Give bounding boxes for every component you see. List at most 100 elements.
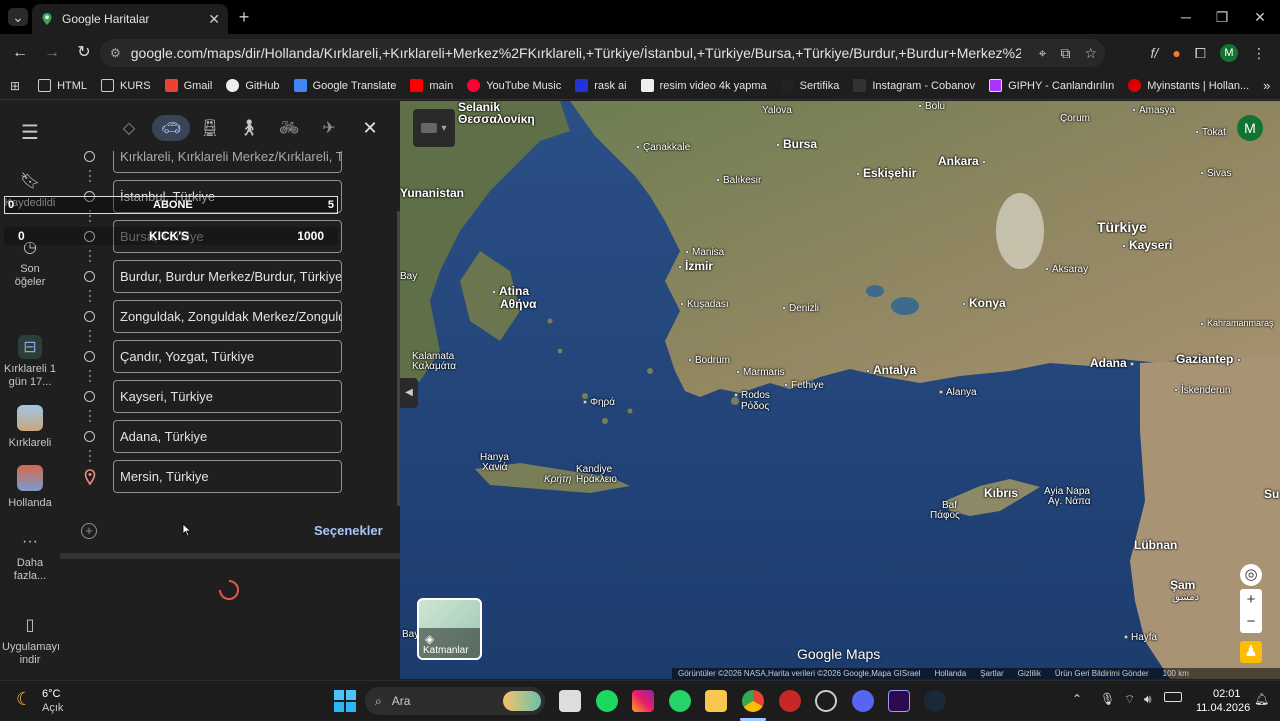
app-icon[interactable] (779, 690, 801, 712)
menu-dots-icon[interactable]: ⋮ (1252, 45, 1266, 62)
map-label: Rodos (734, 390, 770, 401)
discord-icon[interactable] (852, 690, 874, 712)
more-button[interactable]: ··· Daha fazla... (8, 529, 52, 583)
footer-link[interactable]: Ürün Geri Bildirimi Gönder (1055, 669, 1149, 678)
footer-link[interactable]: Şartlar (980, 669, 1004, 678)
options-button[interactable]: Seçenekler (314, 523, 383, 538)
battery-icon[interactable] (1164, 692, 1182, 702)
destination-pin-icon (84, 469, 96, 485)
bookmark-item[interactable]: GIPHY - Canlandırılın (989, 79, 1114, 92)
file-explorer-icon[interactable] (705, 690, 727, 712)
stop-input[interactable]: Zonguldak, Zonguldak Merkez/Zonguldak (113, 300, 342, 333)
apps-grid-icon[interactable]: ⊞ (10, 79, 20, 93)
spotify-icon[interactable] (596, 690, 618, 712)
wifi-icon[interactable]: ⌔ (1124, 692, 1135, 707)
map-type-toggle[interactable]: ▾ (413, 109, 455, 147)
bookmark-item[interactable]: Instagram - Cobanov (853, 79, 975, 92)
recent-place-hollanda[interactable]: Hollanda (0, 465, 60, 510)
chrome-icon[interactable] (742, 690, 764, 712)
cast-icon[interactable]: ⧉ (1060, 45, 1070, 62)
folder-icon (101, 79, 115, 92)
bookmark-item[interactable]: KURS (101, 79, 151, 92)
back-icon[interactable]: ← (6, 39, 34, 67)
destination-input[interactable]: Mersin, Türkiye (113, 460, 342, 493)
bookmark-item[interactable]: Myinstants | Hollan... (1128, 79, 1249, 92)
app-icon[interactable] (815, 690, 837, 712)
bookmark-item[interactable]: HTML (38, 79, 87, 92)
transit-mode-icon[interactable]: 🚆︎ (193, 115, 227, 141)
tab-title: Google Haritalar (62, 12, 150, 26)
steam-icon[interactable] (924, 690, 946, 712)
bookmark-item[interactable]: Google Translate (293, 79, 396, 92)
minimize-icon[interactable]: ─ (1176, 8, 1196, 26)
profile-avatar[interactable]: M (1220, 44, 1238, 62)
task-view-icon[interactable] (559, 690, 581, 712)
street-view-pegman-icon[interactable]: ♟ (1240, 641, 1262, 663)
layers-button[interactable]: ◈ Katmanlar (417, 598, 482, 660)
tab-close-icon[interactable]: ✕ (208, 11, 220, 28)
tab-search-chevron-icon[interactable]: ⌄ (8, 8, 28, 26)
whatsapp-icon[interactable] (669, 690, 691, 712)
stop-input[interactable]: Çandır, Yozgat, Türkiye (113, 340, 342, 373)
map-label: Θεσσαλονίκη (458, 112, 535, 126)
premiere-pro-icon[interactable] (888, 690, 910, 712)
bookmark-item[interactable]: main (410, 79, 453, 92)
bookmark-item[interactable]: YouTube Music (467, 79, 561, 92)
my-location-icon[interactable]: ◎ (1240, 564, 1262, 586)
clock-time[interactable]: 02:01 (1213, 688, 1241, 700)
stop-input[interactable]: Burdur, Burdur Merkez/Burdur, Türkiye (113, 260, 342, 293)
zoom-in-icon[interactable]: + (1240, 589, 1262, 611)
map-canvas[interactable]: Selanik Θεσσαλονίκη Yunanistan Atina Αθή… (400, 101, 1280, 679)
footer-link[interactable]: Hollanda (935, 669, 967, 678)
close-window-icon[interactable]: ✕ (1250, 8, 1270, 26)
bookmark-item[interactable]: Sertifika (780, 79, 839, 92)
microphone-icon[interactable]: 🎙︎ (1100, 692, 1115, 706)
more-bookmarks-chevron-icon[interactable]: » (1263, 78, 1270, 93)
add-stop-icon[interactable]: + (81, 523, 97, 539)
best-mode-icon[interactable]: ◇ (112, 115, 146, 141)
tray-chevron-icon[interactable]: ⌃ (1072, 692, 1082, 706)
stop-input[interactable]: Kayseri, Türkiye (113, 380, 342, 413)
extension-fx-icon[interactable]: f/ (1151, 45, 1159, 61)
bookmark-item[interactable]: resim video 4k yapma (640, 79, 767, 92)
stop-input[interactable]: Kırklareli, Kırklareli Merkez/Kırklareli… (113, 151, 342, 173)
recent-place-kirklareli[interactable]: Kırklareli (0, 405, 60, 450)
trip-item[interactable]: ⊟ Kırklareli 1 gün 17... (4, 335, 56, 389)
reload-icon[interactable]: ↻ (70, 39, 98, 67)
windows-start-icon[interactable] (334, 690, 356, 712)
account-avatar[interactable]: M (1237, 115, 1263, 141)
collapse-panel-icon[interactable]: ◀ (400, 378, 418, 408)
walking-mode-icon[interactable]: 🚶︎ (232, 115, 266, 141)
close-directions-icon[interactable]: ✕ (353, 115, 387, 141)
bus-icon: ⊟ (18, 335, 42, 359)
new-tab-icon[interactable]: + (234, 8, 254, 26)
volume-icon[interactable]: 🔊︎ (1144, 692, 1152, 707)
site-info-icon[interactable]: ⚙ (110, 46, 121, 60)
address-bar[interactable]: ⚙ google.com/maps/dir/Hollanda/Kırklarel… (100, 39, 1105, 67)
weather-temp[interactable]: 6°C (42, 688, 60, 700)
bookmark-item[interactable]: rask ai (575, 79, 627, 92)
instagram-app-icon[interactable] (632, 690, 654, 712)
get-app-button[interactable]: ▯ Uygulamayı indir (2, 613, 60, 667)
maximize-icon[interactable]: ❐ (1212, 8, 1232, 26)
tab-google-maps[interactable]: Google Haritalar ✕ (32, 4, 228, 34)
bookmark-item[interactable]: GitHub (226, 79, 280, 92)
location-icon[interactable]: ⌖ (1039, 45, 1047, 62)
flight-mode-icon[interactable]: ✈︎ (312, 115, 346, 141)
zoom-out-icon[interactable]: − (1240, 611, 1262, 633)
driving-mode-icon[interactable]: 🚗︎ (152, 115, 190, 141)
footer-link[interactable]: Gizlilik (1018, 669, 1041, 678)
notification-bell-icon[interactable]: 🔔︎ (1254, 692, 1269, 706)
menu-button[interactable]: ☰ (0, 121, 60, 149)
extensions-puzzle-icon[interactable]: ⧠ (1195, 45, 1206, 62)
bookmark-item[interactable]: Gmail (164, 79, 212, 92)
weather-condition[interactable]: Açık (42, 702, 63, 714)
clock-date[interactable]: 11.04.2026 (1196, 702, 1250, 714)
bookmark-star-icon[interactable]: ☆ (1084, 45, 1097, 62)
map-label: Çanakkale (636, 142, 690, 153)
taskbar-search[interactable]: ⌕ Ara (365, 687, 545, 715)
extension-icon[interactable]: ● (1172, 45, 1180, 61)
cycling-mode-icon[interactable]: 🚲︎ (272, 115, 306, 141)
forward-icon[interactable]: → (38, 39, 66, 67)
stop-input[interactable]: Adana, Türkiye (113, 420, 342, 453)
